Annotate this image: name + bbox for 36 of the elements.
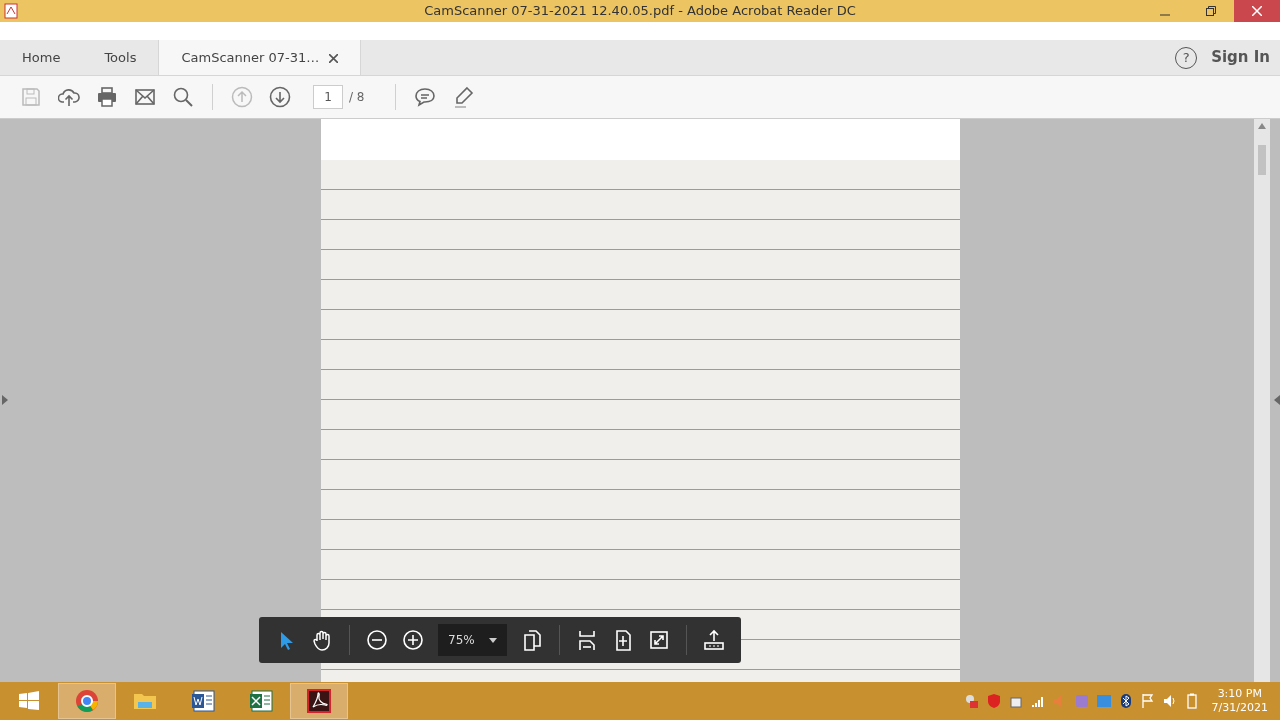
page-count: / 8 — [349, 89, 365, 106]
zoom-in-icon[interactable] — [402, 629, 424, 651]
page-number-field[interactable]: 1 — [313, 85, 343, 109]
spreadsheet-icon — [248, 688, 274, 714]
taskbar-app[interactable] — [290, 683, 348, 719]
clock-date: 7/31/2021 — [1211, 701, 1268, 716]
pdf-reader-icon — [306, 688, 332, 714]
browser-icon — [74, 688, 100, 714]
next-page-icon[interactable] — [269, 86, 291, 108]
search-icon[interactable] — [172, 86, 194, 108]
windows-logo-icon[interactable] — [18, 690, 40, 712]
pdf-file-icon — [4, 3, 18, 19]
left-panel-arrow-icon[interactable] — [2, 395, 8, 405]
comment-icon[interactable] — [413, 86, 436, 108]
close-icon[interactable] — [1252, 6, 1262, 16]
hand-tool-icon[interactable] — [311, 629, 333, 651]
cloud-upload-icon[interactable] — [58, 86, 80, 108]
clock-time: 3:10 PM — [1217, 686, 1262, 701]
print-icon[interactable] — [96, 86, 118, 108]
full-screen-icon[interactable] — [647, 629, 670, 651]
restore-icon[interactable] — [1206, 6, 1216, 16]
tab[interactable]: CamScanner 07-31… — [158, 40, 362, 75]
volume-icon[interactable] — [1161, 693, 1178, 709]
zoom-dropdown[interactable]: 75% — [438, 624, 507, 656]
zoom-out-icon[interactable] — [366, 629, 388, 651]
scrollbar-thumb[interactable] — [1258, 145, 1266, 175]
caret-icon[interactable] — [488, 637, 497, 643]
sign-in-link[interactable]: Sign In — [1197, 40, 1280, 75]
mail-icon[interactable] — [134, 86, 156, 108]
vertical-scrollbar[interactable] — [1254, 119, 1270, 682]
right-panel-arrow-icon[interactable] — [1274, 395, 1280, 405]
window-title: CamScanner 07-31-2021 12.40.05.pdf - Adobe Acrobat Reader DC — [423, 2, 857, 21]
share-icon[interactable] — [702, 629, 725, 651]
flag-icon[interactable] — [1139, 693, 1156, 709]
word-document-icon — [190, 688, 216, 714]
scroll-up-arrow-icon[interactable] — [1258, 123, 1266, 129]
